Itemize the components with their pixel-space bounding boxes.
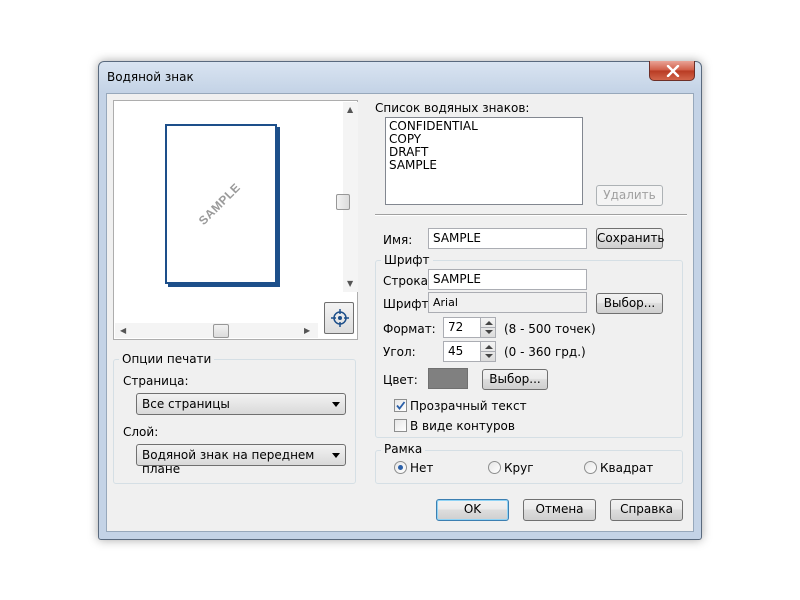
delete-button[interactable]: Удалить (596, 185, 663, 206)
frame-option-square-label: Квадрат (600, 461, 654, 475)
font-choose-button[interactable]: Выбор... (596, 293, 663, 314)
color-choose-button[interactable]: Выбор... (482, 369, 548, 390)
name-input[interactable]: SAMPLE (428, 228, 587, 249)
crosshair-icon (331, 309, 349, 327)
chevron-down-icon (332, 453, 340, 458)
stepper-up-icon[interactable] (485, 345, 493, 349)
frame-option-circle-label: Круг (504, 461, 534, 475)
watermark-list[interactable]: CONFIDENTIAL COPY DRAFT SAMPLE (385, 117, 583, 205)
size-stepper[interactable] (480, 317, 496, 338)
size-input[interactable]: 72 (443, 317, 481, 338)
stepper-up-icon[interactable] (485, 321, 493, 325)
divider (375, 214, 687, 216)
save-button[interactable]: Сохранить (596, 228, 665, 249)
frame-radio-none[interactable] (394, 461, 407, 474)
stepper-down-icon[interactable] (485, 354, 493, 358)
preview-watermark-text: SAMPLE (195, 180, 244, 228)
page-select[interactable]: Все страницы (136, 393, 346, 415)
vertical-scroll-thumb[interactable] (336, 194, 350, 210)
size-range-text: (8 - 500 точек) (504, 322, 596, 336)
scroll-right-arrow-icon[interactable]: ▶ (304, 326, 310, 336)
print-options-label: Опции печати (119, 352, 215, 366)
horizontal-scroll-thumb[interactable] (213, 324, 229, 338)
angle-input[interactable]: 45 (443, 341, 481, 362)
transparent-text-checkbox[interactable] (394, 399, 407, 412)
outline-label: В виде контуров (410, 419, 515, 433)
font-label: Шрифт: (383, 297, 433, 311)
string-input[interactable]: SAMPLE (428, 269, 587, 290)
watermark-list-label: Список водяных знаков: (375, 101, 530, 115)
angle-stepper[interactable] (480, 341, 496, 362)
scroll-down-arrow-icon[interactable]: ▼ (347, 279, 353, 289)
frame-radio-circle[interactable] (488, 461, 501, 474)
close-button[interactable] (649, 61, 695, 81)
scroll-up-arrow-icon[interactable]: ▲ (347, 105, 353, 115)
close-icon (666, 65, 680, 77)
color-swatch[interactable] (428, 368, 468, 389)
cancel-button[interactable]: Отмена (523, 499, 596, 521)
font-group-label: Шрифт (381, 253, 433, 267)
transparent-text-label: Прозрачный текст (410, 399, 527, 413)
font-name-field: Arial (428, 292, 587, 313)
checkmark-icon (396, 401, 406, 410)
angle-range-text: (0 - 360 грд.) (504, 345, 586, 359)
ok-button[interactable]: OK (436, 499, 509, 521)
frame-radio-square[interactable] (584, 461, 597, 474)
size-label: Формат: (383, 322, 436, 336)
name-label: Имя: (383, 233, 413, 247)
angle-label: Угол: (383, 345, 416, 359)
scroll-left-arrow-icon[interactable]: ◀ (120, 326, 126, 336)
help-button[interactable]: Справка (610, 499, 683, 521)
stepper-down-icon[interactable] (485, 330, 493, 334)
layer-select[interactable]: Водяной знак на переднем плане (136, 444, 346, 476)
center-watermark-button[interactable] (324, 302, 354, 334)
frame-group-label: Рамка (381, 442, 426, 456)
color-label: Цвет: (383, 373, 418, 387)
watermark-dialog: Водяной знак SAMPLE ▲ ▼ ◀ ▶ Опции печати… (98, 61, 702, 540)
list-item[interactable]: SAMPLE (389, 159, 579, 172)
dialog-client-area: SAMPLE ▲ ▼ ◀ ▶ Опции печати Страница: Вс… (106, 93, 694, 532)
window-title: Водяной знак (107, 70, 194, 84)
page-select-value: Все страницы (142, 397, 230, 411)
layer-label: Слой: (123, 425, 159, 439)
outline-checkbox[interactable] (394, 419, 407, 432)
watermark-preview: SAMPLE ▲ ▼ ◀ ▶ (113, 100, 358, 340)
string-label: Строка: (383, 274, 432, 288)
chevron-down-icon (332, 402, 340, 407)
frame-option-none-label: Нет (410, 461, 434, 475)
page-label: Страница: (123, 374, 189, 388)
preview-page: SAMPLE (165, 124, 277, 284)
